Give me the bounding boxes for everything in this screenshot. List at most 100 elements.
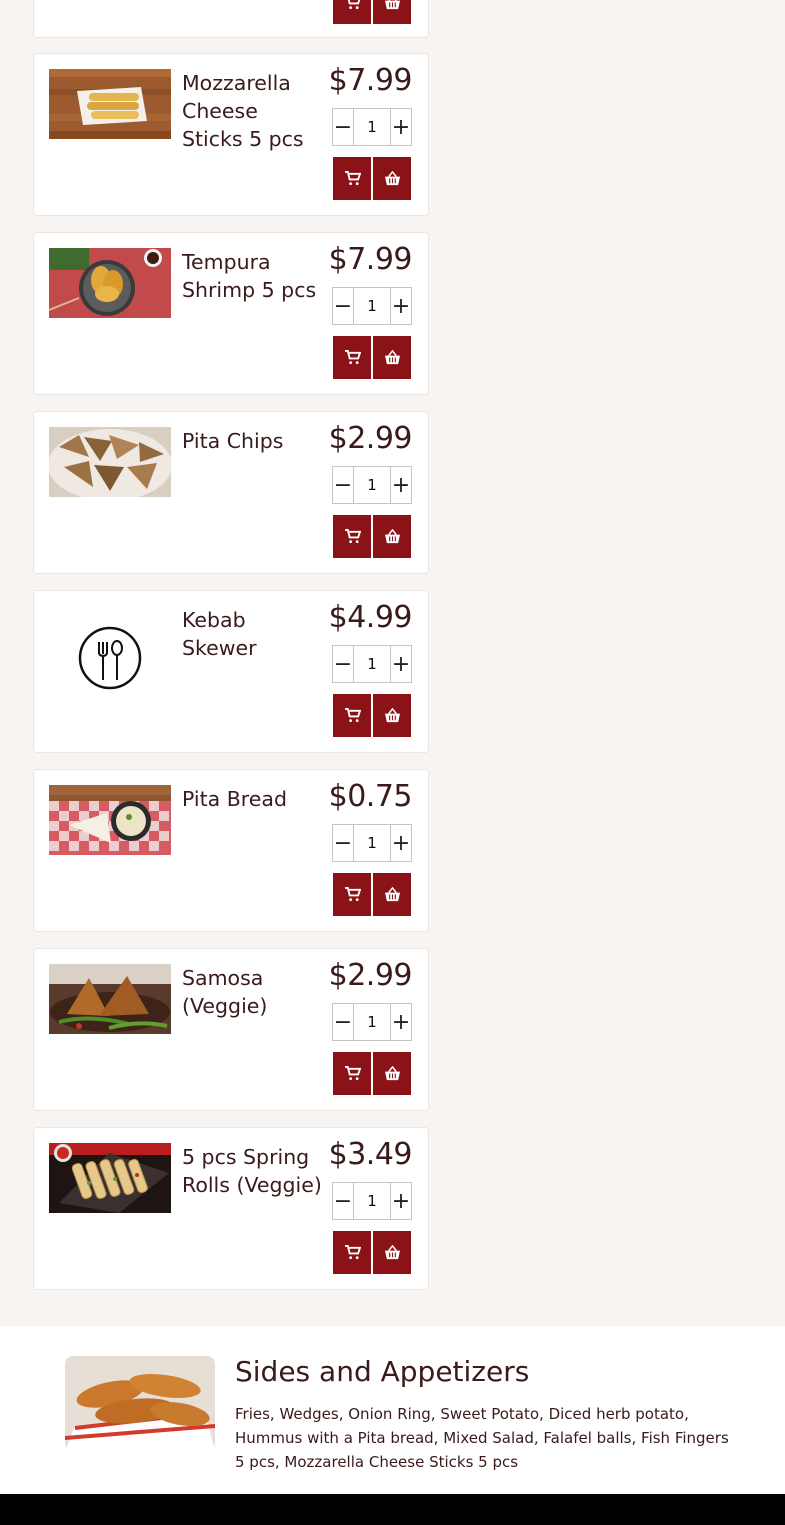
quantity-stepper: − 1 + — [332, 1182, 412, 1220]
cart-icon — [344, 708, 361, 723]
increase-quantity-button[interactable]: + — [390, 1183, 411, 1219]
item-actions — [333, 873, 411, 916]
decrease-quantity-button[interactable]: − — [333, 109, 354, 145]
basket-icon — [384, 529, 400, 544]
cart-icon — [344, 887, 361, 902]
decrease-quantity-button[interactable]: − — [333, 467, 354, 503]
item-price: $2.99 — [328, 958, 413, 993]
spring-rolls-photo — [49, 1143, 171, 1213]
basket-icon — [384, 1245, 400, 1260]
quantity-value[interactable]: 1 — [354, 288, 390, 324]
buy-now-button[interactable] — [373, 694, 411, 737]
category-description: Fries, Wedges, Onion Ring, Sweet Potato,… — [235, 1405, 729, 1471]
cart-icon — [344, 350, 361, 365]
quantity-value[interactable]: 1 — [354, 1183, 390, 1219]
menu-item-card: Tempura Shrimp 5 pcs $7.99 − 1 + — [33, 232, 429, 395]
item-image — [49, 248, 171, 318]
cart-icon — [344, 171, 361, 186]
item-actions — [333, 157, 411, 200]
menu-item-card: Kebab Skewer $4.99 − 1 + — [33, 590, 429, 753]
quantity-stepper: − 1 + — [332, 645, 412, 683]
samosa-photo — [49, 964, 171, 1034]
add-to-cart-button[interactable] — [333, 0, 371, 24]
quantity-value[interactable]: 1 — [354, 646, 390, 682]
item-actions — [333, 336, 411, 379]
basket-icon — [384, 350, 400, 365]
menu-item-card: Samosa (Veggie) $2.99 − 1 + — [33, 948, 429, 1111]
add-to-cart-button[interactable] — [333, 336, 371, 379]
basket-icon — [384, 0, 400, 10]
add-to-cart-button[interactable] — [333, 873, 371, 916]
mozzarella-sticks-photo — [49, 69, 171, 139]
pita-chips-photo — [49, 427, 171, 497]
item-actions — [333, 515, 411, 558]
basket-icon — [384, 1066, 400, 1081]
buy-now-button[interactable] — [373, 1052, 411, 1095]
category-title: Sides and Appetizers — [235, 1355, 530, 1388]
menu-item-card: Pita Bread $0.75 − 1 + — [33, 769, 429, 932]
decrease-quantity-button[interactable]: − — [333, 646, 354, 682]
increase-quantity-button[interactable]: + — [390, 109, 411, 145]
cart-icon — [344, 1066, 361, 1081]
add-to-cart-button[interactable] — [333, 694, 371, 737]
cart-icon — [344, 1245, 361, 1260]
quantity-value[interactable]: 1 — [354, 1004, 390, 1040]
item-name: Kebab Skewer — [182, 608, 257, 660]
fork-spoon-placeholder-icon — [49, 606, 171, 706]
buy-now-button[interactable] — [373, 1231, 411, 1274]
increase-quantity-button[interactable]: + — [390, 646, 411, 682]
menu-item-card-partial — [33, 0, 429, 38]
item-image — [49, 785, 171, 855]
quantity-stepper: − 1 + — [332, 108, 412, 146]
increase-quantity-button[interactable]: + — [390, 825, 411, 861]
item-image — [49, 606, 171, 706]
increase-quantity-button[interactable]: + — [390, 467, 411, 503]
buy-now-button[interactable] — [373, 157, 411, 200]
category-banner[interactable]: Sides and Appetizers Fries, Wedges, Onio… — [0, 1326, 785, 1494]
fried-tenders-photo — [65, 1356, 215, 1451]
basket-icon — [384, 887, 400, 902]
item-image — [49, 69, 171, 139]
cart-icon — [347, 0, 360, 10]
item-name: Samosa (Veggie) — [182, 966, 268, 1018]
decrease-quantity-button[interactable]: − — [333, 825, 354, 861]
decrease-quantity-button[interactable]: − — [333, 1004, 354, 1040]
increase-quantity-button[interactable]: + — [390, 288, 411, 324]
quantity-value[interactable]: 1 — [354, 467, 390, 503]
item-price: $0.75 — [328, 779, 413, 814]
add-to-cart-button[interactable] — [333, 1231, 371, 1274]
buy-now-button[interactable] — [373, 873, 411, 916]
buy-now-button[interactable] — [373, 336, 411, 379]
decrease-quantity-button[interactable]: − — [333, 1183, 354, 1219]
item-name: Pita Bread — [182, 787, 287, 811]
add-to-cart-button[interactable] — [333, 515, 371, 558]
buy-now-button[interactable] — [373, 515, 411, 558]
item-price: $7.99 — [328, 63, 413, 98]
menu-item-card: 5 pcs Spring Rolls (Veggie) $3.49 − 1 + — [33, 1127, 429, 1290]
item-name: Pita Chips — [182, 429, 284, 453]
add-to-cart-button[interactable] — [333, 1052, 371, 1095]
item-name: Tempura Shrimp 5 pcs — [182, 250, 317, 302]
item-actions — [333, 1231, 411, 1274]
item-price: $2.99 — [328, 421, 413, 456]
cart-icon — [344, 529, 361, 544]
decrease-quantity-button[interactable]: − — [333, 288, 354, 324]
quantity-value[interactable]: 1 — [354, 109, 390, 145]
tempura-shrimp-photo — [49, 248, 171, 318]
buy-now-button[interactable] — [373, 0, 411, 24]
item-image — [49, 427, 171, 497]
quantity-stepper: − 1 + — [332, 287, 412, 325]
quantity-value[interactable]: 1 — [354, 825, 390, 861]
item-image — [49, 1143, 171, 1213]
basket-icon — [384, 171, 400, 186]
item-price: $4.99 — [328, 600, 413, 635]
add-to-cart-button[interactable] — [333, 157, 371, 200]
item-image — [49, 964, 171, 1034]
item-actions — [333, 0, 411, 24]
quantity-stepper: − 1 + — [332, 1003, 412, 1041]
item-actions — [333, 1052, 411, 1095]
increase-quantity-button[interactable]: + — [390, 1004, 411, 1040]
item-actions — [333, 694, 411, 737]
item-name: 5 pcs Spring Rolls (Veggie) — [182, 1145, 322, 1197]
category-image — [65, 1356, 215, 1451]
